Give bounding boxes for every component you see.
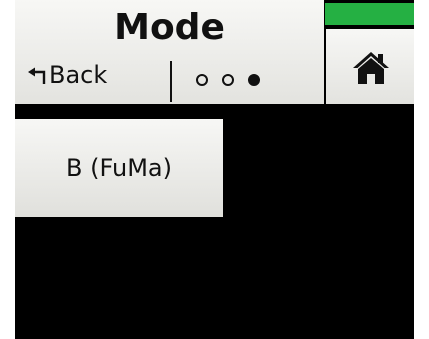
status-bar — [325, 3, 414, 25]
page-dot-2 — [222, 74, 234, 86]
page-dot-3-active — [248, 74, 260, 86]
page-title: Mode — [114, 7, 225, 48]
device-screen: Mode Back B (FuMa) — [15, 0, 414, 339]
back-button[interactable]: Back — [15, 55, 170, 104]
back-arrow-icon — [28, 67, 46, 84]
page-dot-1 — [196, 74, 208, 86]
header-panel: Mode Back — [15, 0, 324, 104]
header-divider — [170, 61, 172, 102]
back-label: Back — [49, 61, 108, 89]
home-button[interactable] — [326, 29, 414, 104]
mode-option-button[interactable]: B (FuMa) — [15, 119, 223, 217]
page-indicator — [196, 70, 260, 90]
home-icon — [353, 52, 389, 84]
